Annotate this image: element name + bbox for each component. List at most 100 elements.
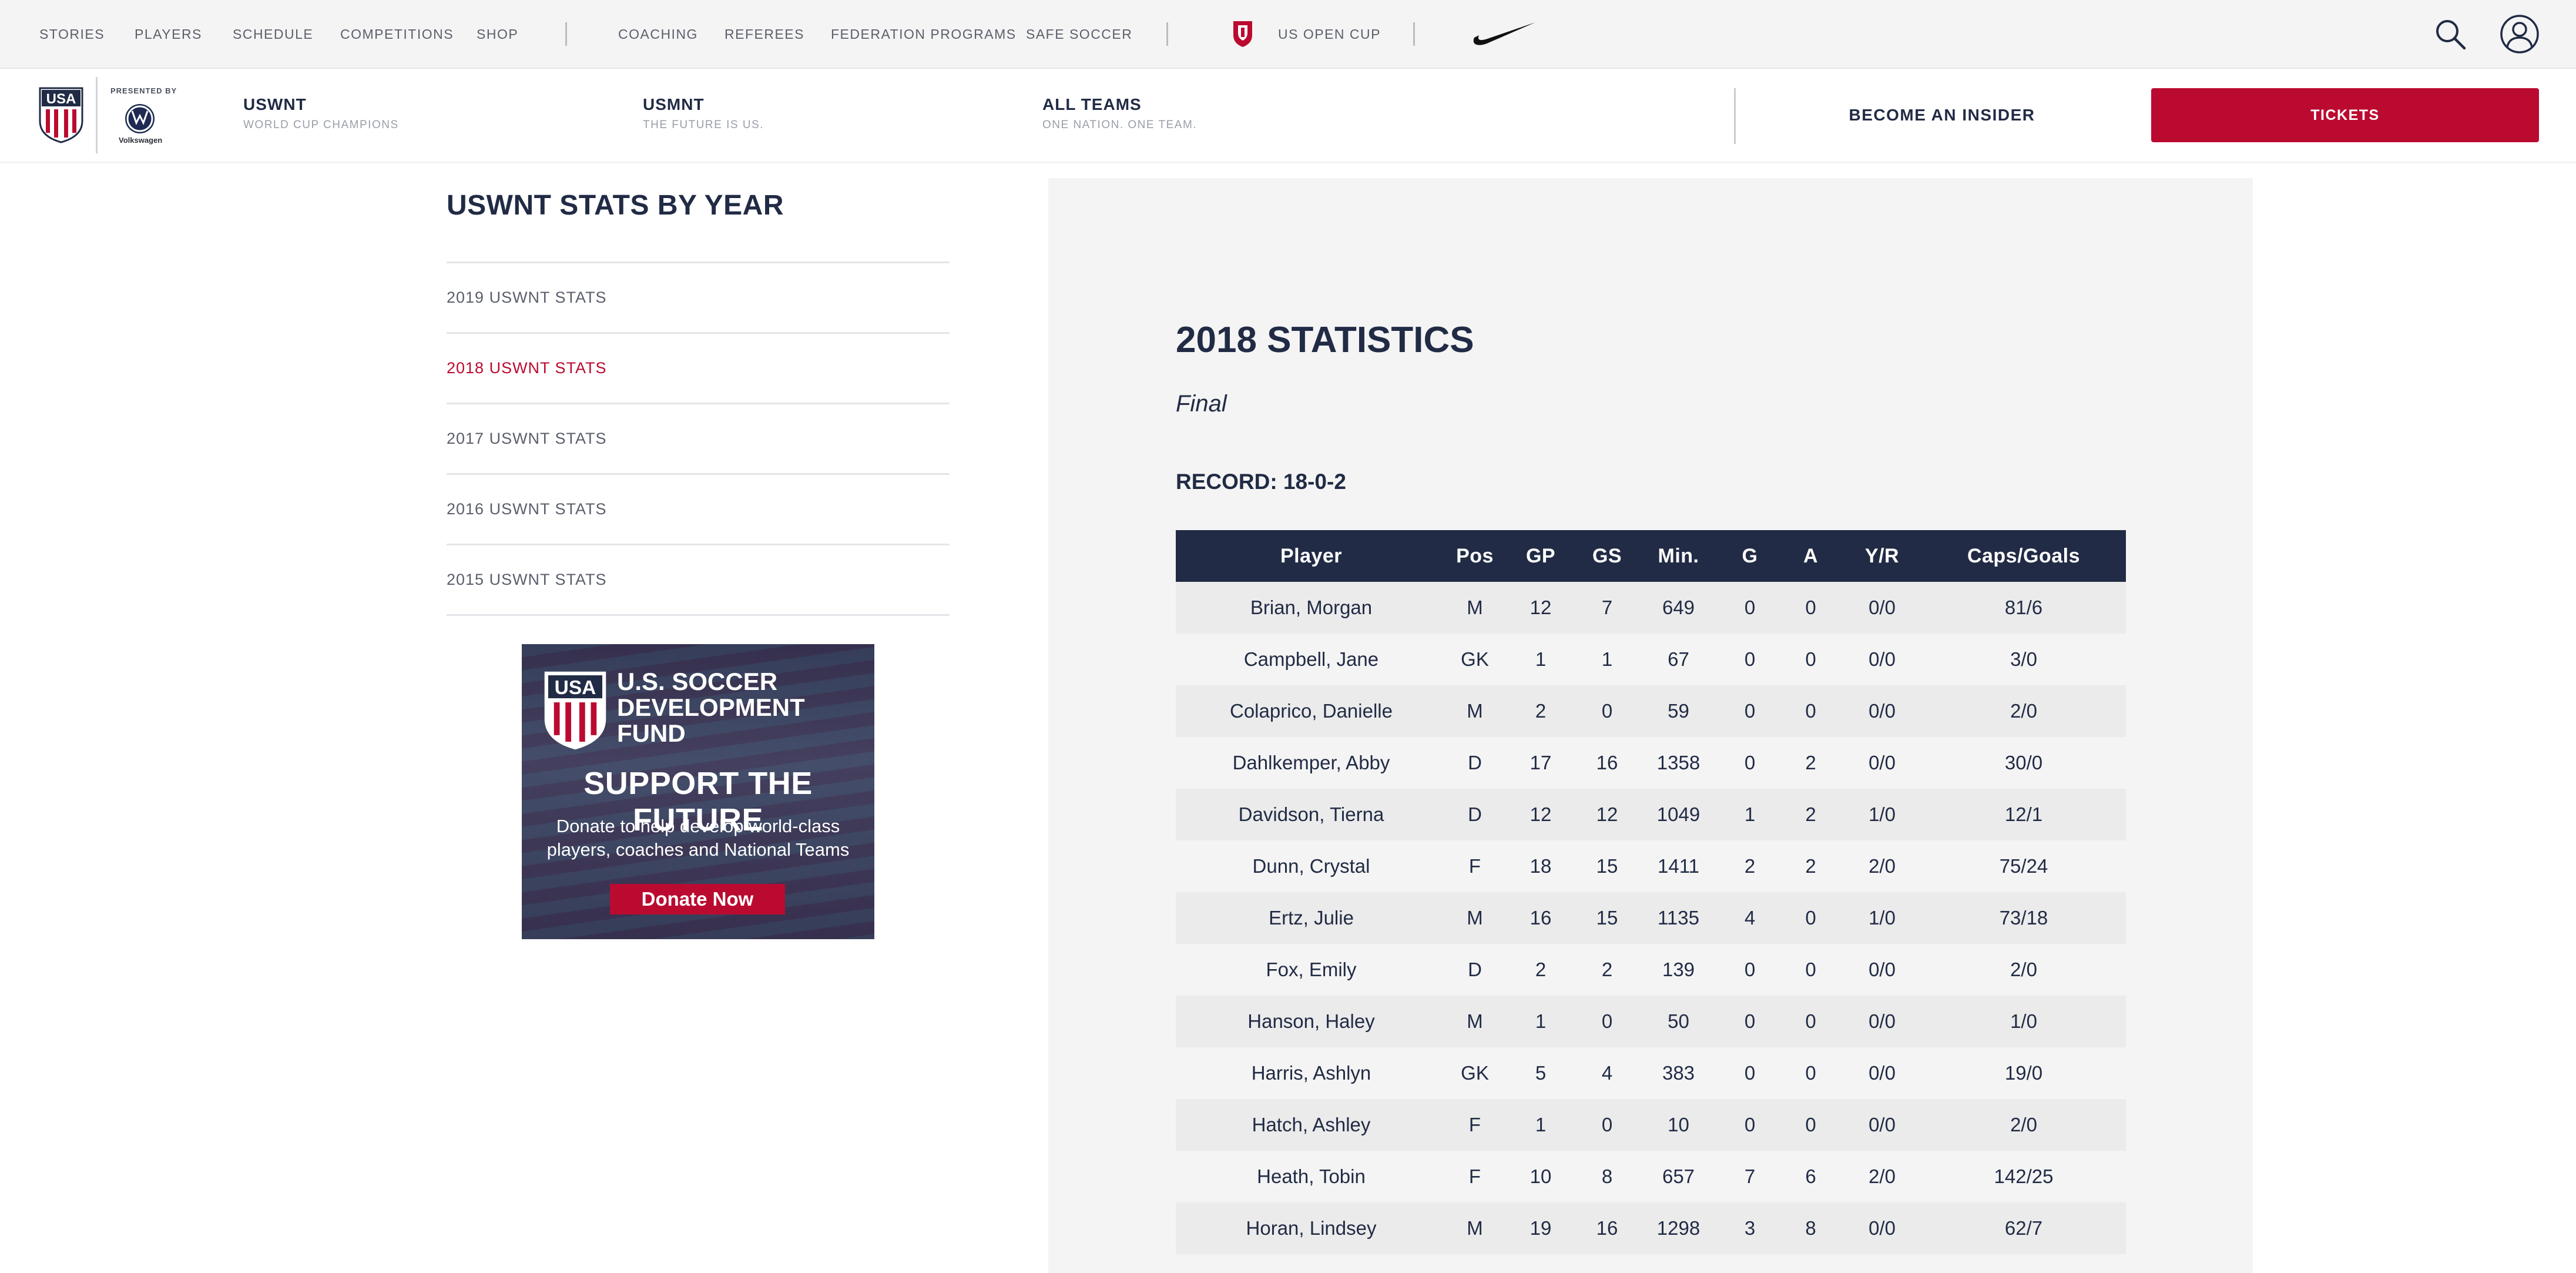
year-item-2015[interactable]: 2015 USWNT STATS (447, 545, 950, 616)
player-name-cell: Brian, Morgan (1176, 582, 1447, 634)
stat-cell: 19/0 (1921, 1047, 2126, 1099)
stat-cell: 1411 (1636, 840, 1721, 892)
player-name-cell: Hanson, Haley (1176, 996, 1447, 1047)
stat-cell: M (1447, 892, 1503, 944)
year-item-2017[interactable]: 2017 USWNT STATS (447, 404, 950, 475)
team-title: USMNT (643, 95, 705, 113)
player-name-cell: Dahlkemper, Abby (1176, 737, 1447, 789)
player-name-cell: Ertz, Julie (1176, 892, 1447, 944)
column-header[interactable]: Caps/Goals (1921, 530, 2126, 582)
stat-cell: 3 (1721, 1202, 1779, 1254)
volkswagen-icon[interactable] (124, 103, 156, 135)
team-title: ALL TEAMS (1042, 95, 1142, 113)
stat-cell: 0 (1721, 944, 1779, 996)
stat-cell: 2/0 (1843, 1151, 1921, 1202)
stat-cell: 0 (1779, 1099, 1843, 1151)
tickets-button[interactable]: TICKETS (2151, 88, 2539, 142)
table-row: Brian, Morgan M 12 7 649 0 0 0/0 81/6 (1176, 582, 2126, 634)
search-icon[interactable] (2434, 18, 2467, 51)
nike-swoosh-icon[interactable] (1472, 20, 1537, 47)
table-row: Fox, Emily D 2 2 139 0 0 0/0 2/0 (1176, 944, 2126, 996)
year-item-2018[interactable]: 2018 USWNT STATS (447, 334, 950, 404)
stat-cell: 0 (1578, 1099, 1636, 1151)
nav-coaching[interactable]: COACHING (618, 0, 698, 69)
stat-cell: 1 (1503, 634, 1578, 685)
column-header[interactable]: Min. (1636, 530, 1721, 582)
cup-icon[interactable] (1232, 20, 1254, 48)
year-item-2016[interactable]: 2016 USWNT STATS (447, 475, 950, 545)
team-link-uswnt[interactable]: USWNT WORLD CUP CHAMPIONS (243, 95, 399, 132)
ad-body: Donate to help develop world-class playe… (546, 816, 850, 860)
table-row: Ertz, Julie M 16 15 1135 4 0 1/0 73/18 (1176, 892, 2126, 944)
column-header[interactable]: Y/R (1843, 530, 1921, 582)
stat-cell: 0 (1779, 1047, 1843, 1099)
stat-cell: 0 (1779, 892, 1843, 944)
stat-cell: 142/25 (1921, 1151, 2126, 1202)
stat-cell: 0 (1721, 1099, 1779, 1151)
nav-stories[interactable]: STORIES (39, 0, 105, 69)
stat-cell: 0/0 (1843, 634, 1921, 685)
stat-cell: 1358 (1636, 737, 1721, 789)
team-link-all-teams[interactable]: ALL TEAMS ONE NATION. ONE TEAM. (1042, 95, 1197, 132)
table-header-row: Player Pos GP GS Min. G A Y/R Caps/Goals (1176, 530, 2126, 582)
nav-players[interactable]: PLAYERS (135, 0, 202, 69)
stats-status: Final (1176, 391, 1227, 417)
column-header[interactable]: Player (1176, 530, 1447, 582)
column-header[interactable]: Pos (1447, 530, 1503, 582)
team-subtitle: THE FUTURE IS US. (643, 119, 764, 131)
column-header[interactable]: GP (1503, 530, 1578, 582)
donation-ad[interactable]: USA U.S. SOCCER DEVELOPMENT FUND SUPPORT… (522, 644, 874, 939)
nav-referees[interactable]: REFEREES (724, 0, 804, 69)
stat-cell: 0/0 (1843, 1099, 1921, 1151)
nav-schedule[interactable]: SCHEDULE (233, 0, 313, 69)
player-name-cell: Davidson, Tierna (1176, 789, 1447, 840)
nav-separator (1166, 22, 1168, 46)
column-header[interactable]: GS (1578, 530, 1636, 582)
stat-cell: 75/24 (1921, 840, 2126, 892)
stat-cell: 3/0 (1921, 634, 2126, 685)
stat-cell: 383 (1636, 1047, 1721, 1099)
nav-us-open-cup[interactable]: US OPEN CUP (1278, 0, 1381, 69)
become-insider-link[interactable]: BECOME AN INSIDER (1786, 88, 2098, 142)
donate-now-button[interactable]: Donate Now (610, 884, 785, 914)
year-item-2019[interactable]: 2019 USWNT STATS (447, 263, 950, 334)
player-name-cell: Heath, Tobin (1176, 1151, 1447, 1202)
stat-cell: 0/0 (1843, 1047, 1921, 1099)
presented-by-label: PRESENTED BY (110, 86, 177, 95)
stat-cell: 2/0 (1921, 944, 2126, 996)
column-header[interactable]: G (1721, 530, 1779, 582)
top-utility-bar: STORIES PLAYERS SCHEDULE COMPETITIONS SH… (0, 0, 2576, 69)
usa-crest-icon: USA (544, 671, 606, 750)
player-name-cell: Hatch, Ashley (1176, 1099, 1447, 1151)
stat-cell: D (1447, 944, 1503, 996)
nav-safe-soccer[interactable]: SAFE SOCCER (1026, 0, 1132, 69)
column-header[interactable]: A (1779, 530, 1843, 582)
stat-cell: 16 (1503, 892, 1578, 944)
nav-federation-programs[interactable]: FEDERATION PROGRAMS (831, 0, 1017, 69)
player-name-cell: Fox, Emily (1176, 944, 1447, 996)
nav-competitions[interactable]: COMPETITIONS (340, 0, 454, 69)
stat-cell: 0/0 (1843, 944, 1921, 996)
usa-crest-icon[interactable]: USA (39, 87, 83, 143)
stat-cell: 10 (1503, 1151, 1578, 1202)
player-name-cell: Harris, Ashlyn (1176, 1047, 1447, 1099)
sponsor-name: Volkswagen (119, 136, 163, 145)
team-title: USWNT (243, 95, 307, 113)
stat-cell: 59 (1636, 685, 1721, 737)
table-row: Hatch, Ashley F 1 0 10 0 0 0/0 2/0 (1176, 1099, 2126, 1151)
nav-separator (565, 22, 567, 46)
nav-shop[interactable]: SHOP (477, 0, 518, 69)
team-link-usmnt[interactable]: USMNT THE FUTURE IS US. (643, 95, 764, 132)
stat-cell: 62/7 (1921, 1202, 2126, 1254)
team-subtitle: ONE NATION. ONE TEAM. (1042, 119, 1198, 131)
stat-cell: 1135 (1636, 892, 1721, 944)
stat-cell: 16 (1578, 1202, 1636, 1254)
account-icon[interactable] (2500, 14, 2540, 54)
stat-cell: 0 (1721, 685, 1779, 737)
stat-cell: 50 (1636, 996, 1721, 1047)
stat-cell: 12/1 (1921, 789, 2126, 840)
stat-cell: 7 (1578, 582, 1636, 634)
stat-cell: 16 (1578, 737, 1636, 789)
sidebar-title: USWNT STATS BY YEAR (447, 190, 784, 221)
stat-cell: 2 (1721, 840, 1779, 892)
